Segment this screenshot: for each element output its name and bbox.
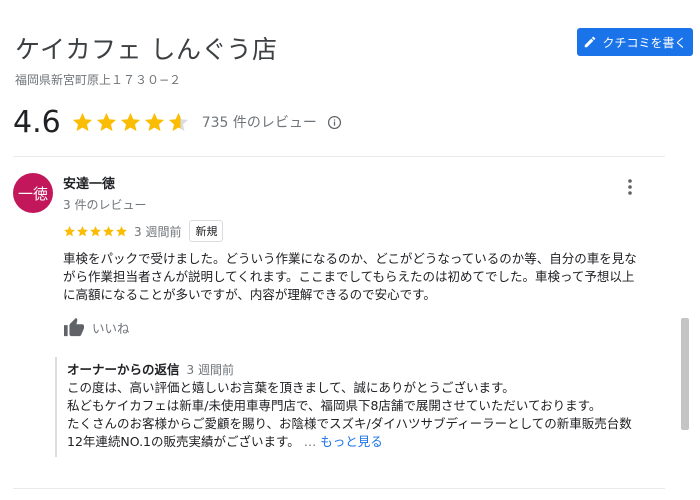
review-rating-row: 3 週間前 新規 xyxy=(63,220,224,242)
owner-reply-line: たくさんのお客様からご愛顧を賜り、お陰様でスズキ/ダイハツサブディーラーとしての… xyxy=(67,416,632,431)
owner-reply-line: この度は、高い評価と嬉しいお言葉を頂きまして、誠にありがとうございます。 xyxy=(67,380,515,395)
star-icon xyxy=(103,225,114,236)
review-text: 車検をパックで受けました。どういう作業になるのか、どこがどうなっているのか等、自… xyxy=(63,250,688,304)
ellipsis: … xyxy=(303,434,317,449)
star-icon xyxy=(168,112,188,131)
owner-reply-line: 12年連続NO.1の販売実績がございます。 xyxy=(67,434,300,449)
rating-summary: 4.6 735 件のレビュー xyxy=(13,104,342,140)
pencil-icon xyxy=(585,36,596,48)
owner-reply-header: オーナーからの返信 3 週間前 xyxy=(67,361,690,379)
write-review-label: クチコミを書く xyxy=(602,35,687,50)
rating-value: 4.6 xyxy=(13,104,61,140)
scrollbar[interactable] xyxy=(681,318,689,430)
review-stars xyxy=(63,225,128,238)
review-text-line: に高額になることが多いですが、内容が理解できるので安心です。 xyxy=(63,287,436,302)
owner-reply: オーナーからの返信 3 週間前 この度は、高い評価と嬉しいお言葉を頂きまして、誠… xyxy=(55,357,690,457)
owner-reply-title: オーナーからの返信 xyxy=(67,362,180,377)
reviewer-name[interactable]: 安達一徳 xyxy=(63,173,115,192)
new-badge: 新規 xyxy=(189,220,224,242)
reviewer-review-count: 3 件のレビュー xyxy=(63,198,147,212)
review-text-line: がら作業担当者さんが説明してくれます。ここまでしてもらえたのは初めてでした。車検… xyxy=(63,269,635,284)
review-count[interactable]: 735 件のレビュー xyxy=(202,112,317,132)
more-link[interactable]: もっと見る xyxy=(320,434,383,449)
divider xyxy=(13,156,665,157)
more-vert-icon[interactable] xyxy=(622,177,638,197)
like-button[interactable]: いいね xyxy=(63,317,130,337)
thumb-up-icon xyxy=(64,317,84,337)
review-text-line: 車検をパックで受けました。どういう作業になるのか、どこがどうなっているのか等、自… xyxy=(63,251,637,266)
star-icon xyxy=(96,112,116,131)
write-review-button[interactable]: クチコミを書く xyxy=(577,28,693,56)
owner-reply-line: 私どもケイカフェは新車/未使用車専門店で、福岡県下8店舗で展開させていただいてお… xyxy=(67,398,602,413)
star-icon xyxy=(72,112,92,131)
like-label: いいね xyxy=(92,320,130,336)
star-icon xyxy=(116,225,127,236)
owner-reply-last-line: 12年連続NO.1の販売実績がございます。 … もっと見る xyxy=(67,433,690,451)
avatar[interactable]: 一徳 xyxy=(13,173,53,213)
owner-reply-time: 3 週間前 xyxy=(186,363,234,377)
star-icon xyxy=(77,225,88,236)
review-time: 3 週間前 xyxy=(134,224,182,239)
star-icon xyxy=(120,112,140,131)
info-icon[interactable] xyxy=(327,115,342,130)
star-icon xyxy=(144,112,164,131)
place-title: ケイカフェ しんぐう店 xyxy=(15,35,278,64)
star-icon xyxy=(64,225,75,236)
place-address: 福岡県新宮町原上１７３０−２ xyxy=(15,73,182,87)
star-icon xyxy=(90,225,101,236)
rating-stars xyxy=(71,111,190,134)
divider xyxy=(13,488,665,489)
